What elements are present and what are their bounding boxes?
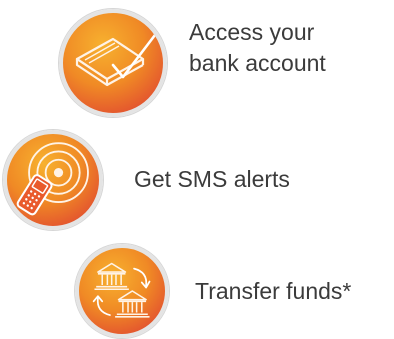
feature-label-line-1: Get SMS alerts <box>134 166 290 192</box>
bank-transfer-icon <box>75 244 169 338</box>
mobile-phone-signal-icon <box>3 130 103 230</box>
feature-label-line-2: bank account <box>189 50 326 76</box>
feature-label: Access your bank account <box>189 17 326 79</box>
bank-card-check-icon <box>59 9 167 117</box>
feature-label: Get SMS alerts <box>134 164 290 195</box>
feature-label-line-1: Access your <box>189 19 315 45</box>
feature-label: Transfer funds* <box>195 276 351 307</box>
feature-label-line-1: Transfer funds* <box>195 278 352 304</box>
